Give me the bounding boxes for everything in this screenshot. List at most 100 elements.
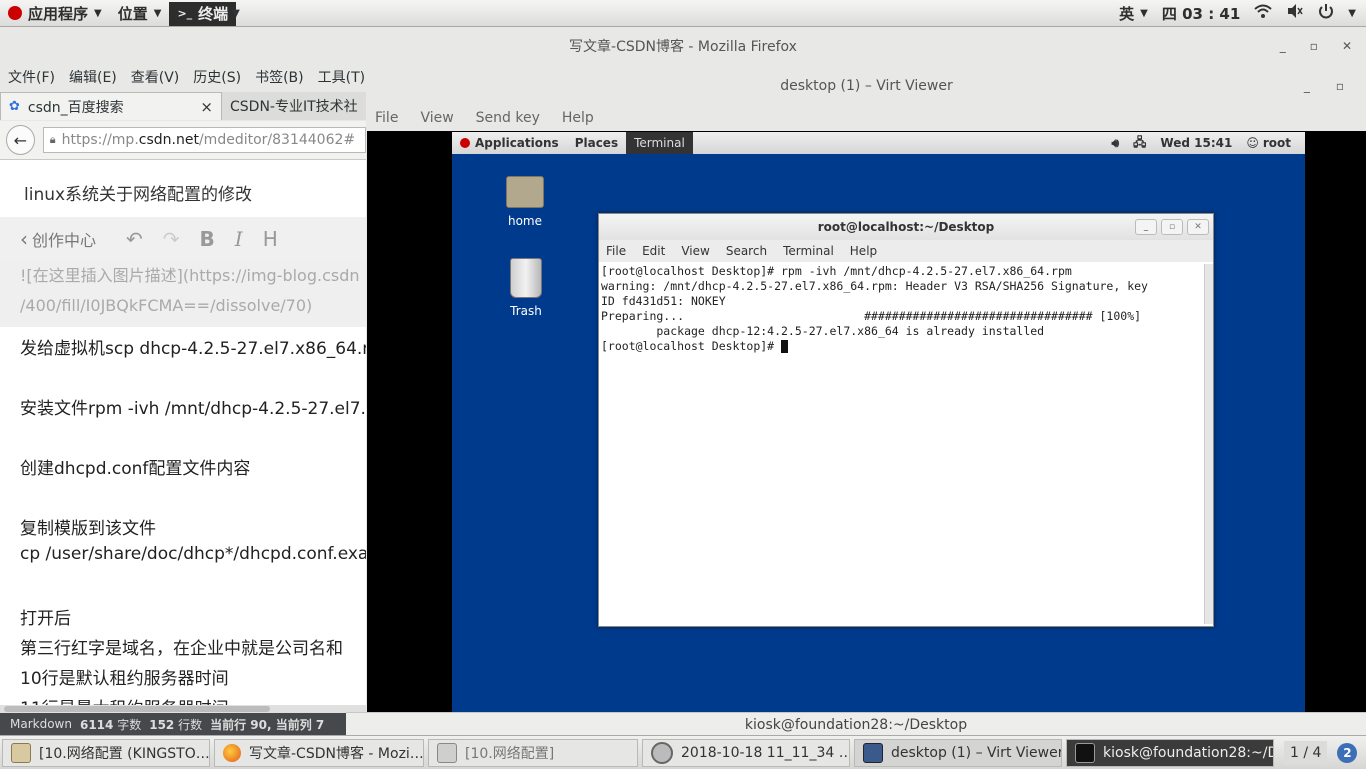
window-title: desktop (1) – Virt Viewer bbox=[780, 78, 953, 94]
editor-line[interactable]: cp /user/share/doc/dhcp*/dhcpd.conf.exam… bbox=[20, 544, 366, 564]
guest-applications-menu[interactable]: Applications bbox=[452, 132, 567, 154]
editor-line[interactable]: 打开后 bbox=[20, 604, 71, 629]
menu-file[interactable]: 文件(F) bbox=[8, 67, 55, 87]
tab-csdn[interactable]: CSDN-专业IT技术社 bbox=[222, 92, 366, 120]
italic-icon[interactable]: I bbox=[235, 227, 243, 251]
terminal-icon bbox=[1075, 742, 1095, 763]
notification-badge[interactable]: 2 bbox=[1337, 742, 1358, 763]
firefox-menubar: 文件(F) 编辑(E) 查看(V) 历史(S) 书签(B) 工具(T) bbox=[0, 65, 374, 89]
image-viewer-icon bbox=[651, 741, 673, 764]
menu-file[interactable]: File bbox=[375, 110, 398, 126]
editor-line[interactable]: 发给虚拟机scp dhcp-4.2.5-27.el7.x86_64.rp bbox=[20, 334, 366, 359]
workspace-switcher[interactable]: 1 / 4 bbox=[1284, 740, 1328, 765]
back-button[interactable]: ← bbox=[6, 125, 35, 155]
editor-line[interactable]: 第三行红字是域名，在企业中就是公司名和 bbox=[20, 634, 343, 659]
power-icon[interactable] bbox=[1318, 3, 1334, 23]
task-text-editor[interactable]: [10.网络配置 (KINGSTO… bbox=[2, 738, 210, 767]
guest-terminal-window[interactable]: root@localhost:~/Desktop _ ▫ ✕ File Edit… bbox=[598, 213, 1214, 627]
back-arrow-icon: ← bbox=[13, 130, 28, 150]
user-menu[interactable]: ☺︎ root bbox=[1246, 136, 1291, 150]
terminal-titlebar[interactable]: root@localhost:~/Desktop _ ▫ ✕ bbox=[599, 214, 1213, 240]
firefox-titlebar[interactable]: 写文章-CSDN博客 - Mozilla Firefox _ ▫ ✕ bbox=[0, 27, 1366, 65]
wifi-icon[interactable] bbox=[1254, 3, 1272, 23]
bold-icon[interactable]: B bbox=[200, 227, 215, 251]
window-list: [10.网络配置 (KINGSTO… 写文章-CSDN博客 - Mozi… [1… bbox=[0, 735, 1366, 769]
text-editor-icon bbox=[11, 742, 31, 763]
volume-icon[interactable] bbox=[1286, 3, 1304, 23]
navigation-bar: ← 🔒︎ https://mp.csdn.net/mdeditor/831440… bbox=[0, 121, 366, 160]
virt-viewer-menubar: File View Send key Help bbox=[367, 105, 1366, 131]
close-button[interactable]: ✕ bbox=[1187, 219, 1209, 235]
article-title-input[interactable]: linux系统关于网络配置的修改 bbox=[24, 180, 252, 205]
maximize-button[interactable]: ▫ bbox=[1336, 79, 1344, 93]
editor-line[interactable]: 创建dhcpd.conf配置文件内容 bbox=[20, 454, 250, 479]
guest-display[interactable]: Applications Places Terminal 🔊︎ 🖧︎ Wed 1… bbox=[452, 132, 1305, 712]
menu-view[interactable]: View bbox=[420, 110, 453, 126]
redhat-icon bbox=[8, 6, 22, 20]
caret-down-icon: ▼ bbox=[94, 7, 102, 19]
minimize-button[interactable]: _ bbox=[1280, 39, 1286, 53]
kiosk-terminal-titlebar[interactable]: kiosk@foundation28:~/Desktop bbox=[346, 712, 1366, 736]
scrollbar-thumb[interactable] bbox=[4, 706, 270, 712]
editor-line[interactable]: 11行是最大租约服务器时间 bbox=[20, 694, 229, 705]
menu-send-key[interactable]: Send key bbox=[476, 110, 540, 126]
menu-help[interactable]: Help bbox=[562, 110, 594, 126]
editor-line[interactable]: 安装文件rpm -ivh /mnt/dhcp-4.2.5-27.el7.x8 bbox=[20, 394, 366, 419]
editor-line[interactable]: 复制模版到该文件 bbox=[20, 514, 156, 539]
close-button[interactable]: ✕ bbox=[1342, 39, 1352, 53]
desktop-icon-home[interactable]: home bbox=[495, 176, 555, 228]
heading-icon[interactable]: H bbox=[263, 227, 278, 251]
task-firefox[interactable]: 写文章-CSDN博客 - Mozi… bbox=[214, 738, 424, 767]
menu-help[interactable]: Help bbox=[850, 244, 877, 258]
menu-edit[interactable]: 编辑(E) bbox=[69, 67, 117, 87]
terminal-app-menu[interactable]: >_ 终端 bbox=[169, 1, 237, 26]
input-method-menu[interactable]: 英 ▼ bbox=[1119, 3, 1148, 24]
menu-edit[interactable]: Edit bbox=[642, 244, 665, 258]
undo-icon[interactable]: ↶ bbox=[126, 227, 143, 251]
tab-close-icon[interactable]: × bbox=[200, 98, 213, 116]
task-file-manager[interactable]: [10.网络配置] bbox=[428, 738, 638, 767]
terminal-icon: >_ bbox=[177, 7, 193, 20]
creation-center-link[interactable]: ‹ 创作中心 bbox=[20, 227, 96, 251]
menu-file[interactable]: File bbox=[606, 244, 626, 258]
applications-menu[interactable]: 应用程序 ▼ bbox=[0, 0, 110, 26]
markdown-editor[interactable]: linux系统关于网络配置的修改 ‹ 创作中心 ↶ ↷ B I H ![在这里插… bbox=[0, 160, 366, 705]
terminal-output[interactable]: [root@localhost Desktop]# rpm -ivh /mnt/… bbox=[599, 262, 1213, 621]
maximize-button[interactable]: ▫ bbox=[1310, 39, 1318, 53]
image-markdown-block[interactable]: ![在这里插入图片描述](https://img-blog.csdn /400/… bbox=[0, 261, 366, 327]
file-manager-icon bbox=[437, 742, 457, 763]
maximize-button[interactable]: ▫ bbox=[1161, 219, 1183, 235]
baidu-icon: ✿ bbox=[9, 99, 20, 114]
caret-down-icon[interactable]: ▼ bbox=[1348, 8, 1356, 19]
guest-terminal-menu[interactable]: Terminal bbox=[626, 132, 693, 154]
volume-icon[interactable]: 🔊︎ bbox=[1111, 136, 1119, 151]
clock[interactable]: 四 03 : 41 bbox=[1162, 3, 1240, 24]
menu-terminal[interactable]: Terminal bbox=[783, 244, 834, 258]
virt-viewer-icon bbox=[863, 742, 883, 763]
task-image-viewer[interactable]: 2018-10-18 11_11_34 … bbox=[642, 738, 850, 767]
menu-search[interactable]: Search bbox=[726, 244, 767, 258]
task-kiosk-terminal[interactable]: kiosk@foundation28:~/D… bbox=[1066, 738, 1274, 767]
editor-line[interactable]: 10行是默认租约服务器时间 bbox=[20, 664, 229, 689]
menu-history[interactable]: 历史(S) bbox=[193, 67, 241, 87]
url-bar[interactable]: 🔒︎ https://mp.csdn.net/mdeditor/83144062… bbox=[42, 127, 366, 153]
caret-down-icon[interactable]: ▼ bbox=[232, 8, 240, 19]
minimize-button[interactable]: _ bbox=[1135, 219, 1157, 235]
menu-bookmarks[interactable]: 书签(B) bbox=[255, 67, 304, 87]
virt-viewer-titlebar[interactable]: desktop (1) – Virt Viewer _ ▫ bbox=[367, 67, 1366, 105]
tab-baidu-search[interactable]: ✿ csdn_百度搜索 × bbox=[0, 92, 222, 120]
task-virt-viewer[interactable]: desktop (1) – Virt Viewer bbox=[854, 738, 1062, 767]
menu-view[interactable]: 查看(V) bbox=[131, 67, 180, 87]
guest-places-menu[interactable]: Places bbox=[567, 132, 626, 154]
desktop-icon-trash[interactable]: Trash bbox=[496, 258, 556, 318]
network-icon[interactable]: 🖧︎ bbox=[1133, 133, 1146, 154]
editor-horizontal-scrollbar[interactable] bbox=[0, 705, 366, 713]
places-menu[interactable]: 位置 ▼ bbox=[110, 0, 170, 26]
redo-icon[interactable]: ↷ bbox=[163, 227, 180, 251]
window-title: 写文章-CSDN博客 - Mozilla Firefox bbox=[569, 39, 797, 55]
menu-tools[interactable]: 工具(T) bbox=[318, 67, 365, 87]
menu-view[interactable]: View bbox=[681, 244, 709, 258]
guest-clock[interactable]: Wed 15:41 bbox=[1160, 136, 1232, 150]
minimize-button[interactable]: _ bbox=[1304, 79, 1310, 93]
terminal-scrollbar[interactable] bbox=[1204, 264, 1213, 624]
